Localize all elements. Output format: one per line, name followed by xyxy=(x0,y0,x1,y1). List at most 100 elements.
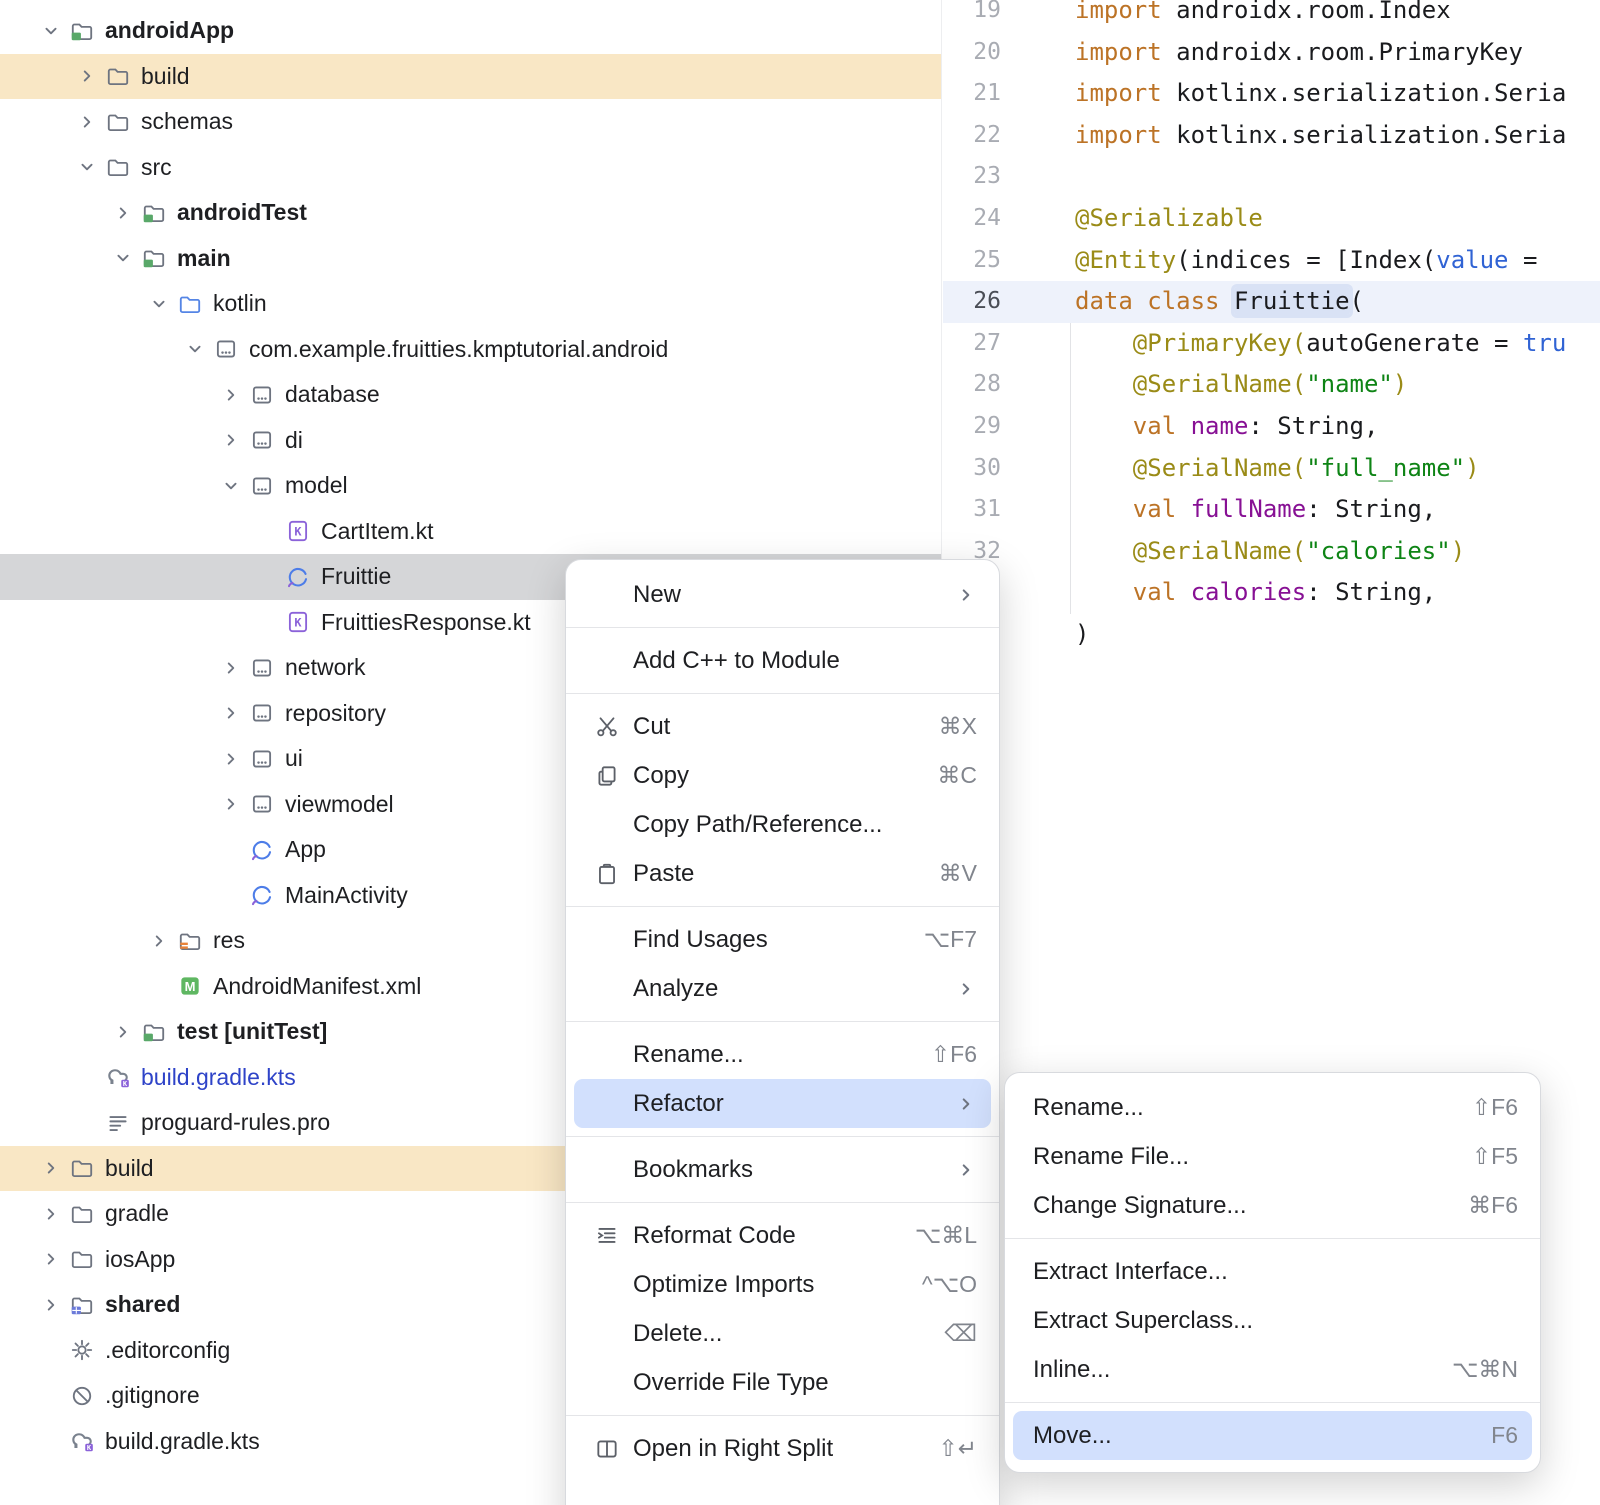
context-menu-item-rename[interactable]: Rename...⇧F6 xyxy=(574,1030,991,1079)
line-number[interactable]: 29 xyxy=(943,406,1001,448)
tree-item-database[interactable]: database xyxy=(0,372,941,418)
tree-item-model[interactable]: model xyxy=(0,463,941,509)
svg-text:M: M xyxy=(185,979,196,994)
refactor-submenu-item-rename-file[interactable]: Rename File...⇧F5 xyxy=(1013,1132,1532,1181)
refactor-submenu-item-inline[interactable]: Inline...⌥⌘N xyxy=(1013,1345,1532,1394)
chevron-right-icon[interactable] xyxy=(70,105,104,139)
code-token: @Serializable xyxy=(1075,204,1263,232)
chevron-right-icon[interactable] xyxy=(214,423,248,457)
line-number[interactable]: 19 xyxy=(943,0,1001,32)
context-menu-item-new[interactable]: New xyxy=(574,570,991,619)
line-number[interactable]: 31 xyxy=(943,489,1001,531)
refactor-submenu-item-extract-superclass[interactable]: Extract Superclass... xyxy=(1013,1296,1532,1345)
menu-item-label: Move... xyxy=(1033,1422,1471,1450)
chevron-right-icon[interactable] xyxy=(142,924,176,958)
code-line: 32 @SerialName("calories") xyxy=(943,531,1600,573)
refactor-submenu-item-change-signature[interactable]: Change Signature...⌘F6 xyxy=(1013,1181,1532,1230)
code-line: 27 @PrimaryKey(autoGenerate = tru xyxy=(943,323,1600,365)
tree-item-build[interactable]: build xyxy=(0,54,941,100)
code-line: val calories: String, xyxy=(943,572,1600,614)
context-menu-item-open-in-right-split[interactable]: Open in Right Split⇧↵ xyxy=(574,1424,991,1473)
chevron-right-icon[interactable] xyxy=(214,696,248,730)
context-menu-item-find-usages[interactable]: Find Usages⌥F7 xyxy=(574,915,991,964)
line-number[interactable]: 30 xyxy=(943,448,1001,490)
menu-separator xyxy=(566,693,999,694)
code-token: androidx.room.PrimaryKey xyxy=(1176,38,1523,66)
line-number[interactable]: 27 xyxy=(943,323,1001,365)
tree-item-androidtest[interactable]: androidTest xyxy=(0,190,941,236)
chevron-right-icon[interactable] xyxy=(214,742,248,776)
menu-item-label: Override File Type xyxy=(633,1369,977,1397)
module-folder-icon xyxy=(140,199,168,227)
chevron-down-icon[interactable] xyxy=(70,150,104,184)
tree-item-label: schemas xyxy=(141,108,233,135)
chevron-right-icon[interactable] xyxy=(34,1242,68,1276)
folder-kotlin-icon xyxy=(176,290,204,318)
chevron-down-icon[interactable] xyxy=(142,287,176,321)
line-number[interactable]: 21 xyxy=(943,73,1001,115)
tree-item-label: FruittiesResponse.kt xyxy=(321,609,531,636)
context-menu-item-analyze[interactable]: Analyze xyxy=(574,964,991,1013)
context-menu-item-refactor[interactable]: Refactor xyxy=(574,1079,991,1128)
tree-item-main[interactable]: main xyxy=(0,236,941,282)
line-number[interactable]: 25 xyxy=(943,240,1001,282)
svg-text:K: K xyxy=(87,1443,92,1452)
line-number[interactable]: 28 xyxy=(943,364,1001,406)
menu-item-label: Refactor xyxy=(633,1090,935,1118)
chevron-right-icon[interactable] xyxy=(214,378,248,412)
code-token xyxy=(1075,537,1133,565)
refactor-submenu-item-rename[interactable]: Rename...⇧F6 xyxy=(1013,1083,1532,1132)
line-number[interactable]: 22 xyxy=(943,115,1001,157)
chevron-down-icon[interactable] xyxy=(106,241,140,275)
line-number[interactable]: 24 xyxy=(943,198,1001,240)
code-text: data class Fruittie( xyxy=(1075,281,1364,323)
split-icon xyxy=(594,1436,620,1462)
tree-item-com-example-fruitties-kmptutorial-android[interactable]: com.example.fruitties.kmptutorial.androi… xyxy=(0,327,941,373)
chevron-right-icon[interactable] xyxy=(106,1015,140,1049)
refactor-submenu-item-extract-interface[interactable]: Extract Interface... xyxy=(1013,1247,1532,1296)
tree-item-androidapp[interactable]: androidApp xyxy=(0,8,941,54)
tree-item-src[interactable]: src xyxy=(0,145,941,191)
line-number[interactable]: 26 xyxy=(943,281,1001,323)
tree-item-label: src xyxy=(141,154,172,181)
chevron-right-icon[interactable] xyxy=(34,1151,68,1185)
code-token: autoGenerate = xyxy=(1306,329,1523,357)
line-number[interactable]: 20 xyxy=(943,32,1001,74)
chevron-right-icon[interactable] xyxy=(34,1288,68,1322)
context-menu-item-cut[interactable]: Cut⌘X xyxy=(574,702,991,751)
context-menu-item-reformat-code[interactable]: Reformat Code⌥⌘L xyxy=(574,1211,991,1260)
context-menu-item-delete[interactable]: Delete...⌫ xyxy=(574,1309,991,1358)
chevron-down-icon[interactable] xyxy=(34,14,68,48)
chevron-right-icon[interactable] xyxy=(106,196,140,230)
chevron-right-icon[interactable] xyxy=(34,1197,68,1231)
code-line: 25@Entity(indices = [Index(value = xyxy=(943,240,1600,282)
context-menu-item-optimize-imports[interactable]: Optimize Imports^⌥O xyxy=(574,1260,991,1309)
context-menu-item-copy[interactable]: Copy⌘C xyxy=(574,751,991,800)
tree-indent-spacer xyxy=(250,514,284,548)
tree-indent-spacer xyxy=(34,1379,68,1413)
chevron-right-icon[interactable] xyxy=(214,787,248,821)
context-menu-item-copy-path-reference[interactable]: Copy Path/Reference... xyxy=(574,800,991,849)
chevron-right-icon[interactable] xyxy=(70,59,104,93)
tree-item-cartitem-kt[interactable]: KCartItem.kt xyxy=(0,509,941,555)
menu-separator xyxy=(566,1415,999,1416)
menu-item-label: Reformat Code xyxy=(633,1222,895,1250)
text-file-icon xyxy=(104,1109,132,1137)
menu-icon-spacer xyxy=(594,648,620,674)
refactor-submenu-item-move[interactable]: Move...F6 xyxy=(1013,1411,1532,1460)
context-menu-item-bookmarks[interactable]: Bookmarks xyxy=(574,1145,991,1194)
context-menu-item-paste[interactable]: Paste⌘V xyxy=(574,849,991,898)
chevron-down-icon[interactable] xyxy=(214,469,248,503)
gear-icon xyxy=(68,1336,96,1364)
tree-item-di[interactable]: di xyxy=(0,418,941,464)
line-number[interactable]: 23 xyxy=(943,156,1001,198)
context-menu-item-override-file-type[interactable]: Override File Type xyxy=(574,1358,991,1407)
folder-icon xyxy=(104,62,132,90)
context-menu-item-add-c-to-module[interactable]: Add C++ to Module xyxy=(574,636,991,685)
chevron-right-icon[interactable] xyxy=(214,651,248,685)
tree-item-kotlin[interactable]: kotlin xyxy=(0,281,941,327)
chevron-down-icon[interactable] xyxy=(178,332,212,366)
tree-indent-spacer xyxy=(250,605,284,639)
tree-item-schemas[interactable]: schemas xyxy=(0,99,941,145)
code-text: val fullName: String, xyxy=(1075,489,1436,531)
